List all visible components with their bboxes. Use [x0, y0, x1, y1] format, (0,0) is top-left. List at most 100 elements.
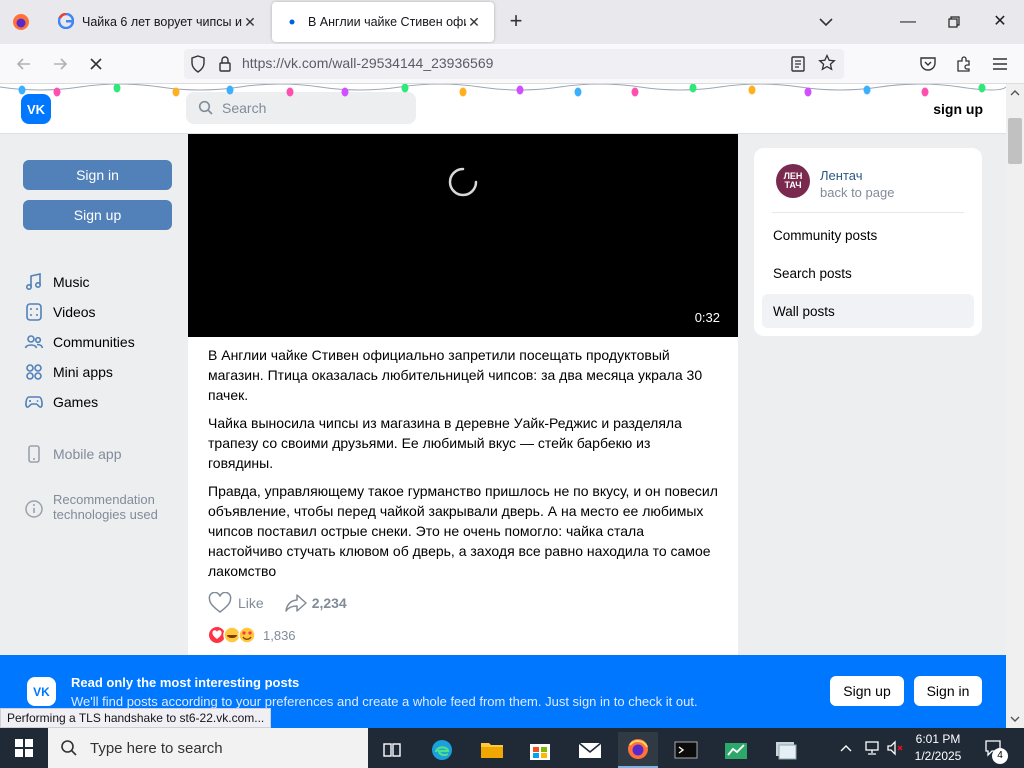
post-paragraph-1: В Англии чайке Стивен официально запрети…	[208, 347, 703, 403]
tracking-shield-icon[interactable]	[190, 55, 206, 76]
mail-icon[interactable]	[570, 732, 610, 768]
reactions-count: 1,836	[263, 627, 296, 643]
post-reactions[interactable]: 1,836	[208, 626, 296, 644]
info-icon	[25, 500, 43, 518]
scroll-thumb[interactable]	[1008, 118, 1022, 164]
browser-status-text: Performing a TLS handshake to st6-22.vk.…	[0, 708, 272, 728]
music-icon	[25, 273, 42, 291]
pocket-icon[interactable]	[916, 52, 940, 76]
store-icon[interactable]	[520, 732, 560, 768]
minimize-icon[interactable]: —	[894, 8, 922, 36]
banner-sign-up-button[interactable]: Sign up	[830, 676, 904, 706]
tab-chaika-6-let[interactable]: Чайка 6 лет ворует чипсы из м ✕	[46, 2, 270, 42]
banner-sign-in-button[interactable]: Sign in	[914, 676, 982, 706]
sidebar-item-communities[interactable]: Communities	[24, 331, 135, 353]
close-tab-icon[interactable]: ✕	[466, 14, 482, 31]
list-all-tabs-icon[interactable]	[814, 10, 838, 34]
notification-center-icon[interactable]: 4	[978, 728, 1010, 768]
restore-icon[interactable]	[940, 8, 968, 36]
heart-icon	[208, 592, 232, 613]
clock-date: 1/2/2025	[914, 749, 962, 763]
windows-taskbar: Type here to search 6:01 PM 1/2/2025 4	[0, 728, 1024, 768]
share-button[interactable]: 2,234	[284, 592, 347, 614]
lock-icon[interactable]	[218, 55, 232, 76]
vk-logo-icon: VK	[27, 677, 56, 706]
sidebar-item-mini-apps[interactable]: Mini apps	[24, 361, 113, 383]
garland-lights-icon	[0, 84, 1006, 97]
community-name-link[interactable]: Лентач	[820, 168, 862, 183]
phone-icon	[28, 445, 40, 463]
games-icon	[25, 396, 43, 408]
reaction-emoji-icons	[209, 626, 256, 644]
stock-chart-app-icon[interactable]	[716, 732, 756, 768]
url-text: https://vk.com/wall-29534144_23936569	[242, 55, 494, 71]
search-placeholder: Search	[222, 100, 267, 116]
back-to-page-link[interactable]: back to page	[820, 185, 894, 200]
edge-browser-icon[interactable]	[422, 732, 462, 768]
clock-time: 6:01 PM	[915, 732, 961, 746]
notification-count-badge: 4	[992, 748, 1008, 764]
video-player[interactable]: 0:32	[188, 134, 738, 337]
divider	[772, 212, 964, 213]
forward-icon[interactable]	[48, 52, 72, 76]
videos-icon	[26, 303, 42, 321]
terminal-icon[interactable]	[666, 732, 706, 768]
firefox-view-icon[interactable]	[0, 0, 42, 44]
reader-view-icon[interactable]	[790, 55, 806, 76]
banner-subtitle: We'll find posts according to your prefe…	[71, 694, 698, 709]
post-paragraph-2: Чайка выносила чипсы из магазина в дерев…	[208, 415, 682, 471]
sidebar-item-music[interactable]: Music	[24, 271, 90, 293]
back-icon[interactable]	[12, 52, 36, 76]
post-actions: Like 2,234	[208, 592, 347, 614]
nav-community-posts[interactable]: Community posts	[762, 218, 974, 252]
share-icon	[284, 594, 307, 612]
extensions-icon[interactable]	[952, 52, 976, 76]
windows-start-icon[interactable]	[0, 728, 48, 768]
show-hidden-icons[interactable]	[836, 728, 856, 768]
sidebar-item-videos[interactable]: Videos	[24, 301, 96, 323]
search-icon	[198, 100, 213, 115]
post-paragraph-3: Правда, управляющему такое гурманство пр…	[208, 483, 718, 579]
volume-muted-icon[interactable]	[884, 728, 906, 768]
tab-title: Чайка 6 лет ворует чипсы из м	[82, 15, 242, 29]
mini-apps-icon	[26, 364, 42, 380]
firefox-icon[interactable]	[618, 732, 658, 768]
communities-icon	[24, 335, 44, 349]
sidebar-item-recommendation[interactable]: Recommendation technologies used	[24, 492, 173, 526]
new-tab-button[interactable]: +	[502, 8, 530, 36]
sidebar-item-games[interactable]: Games	[24, 391, 98, 413]
tab-v-anglii-chaike[interactable]: В Англии чайке Стивен официа ✕	[272, 2, 494, 42]
search-icon	[61, 740, 77, 756]
page-scrollbar[interactable]	[1006, 84, 1024, 728]
nav-wall-posts[interactable]: Wall posts	[762, 294, 974, 328]
task-view-icon[interactable]	[372, 732, 412, 768]
bookmark-star-icon[interactable]	[818, 53, 836, 75]
taskbar-clock[interactable]: 6:01 PM 1/2/2025	[906, 731, 970, 765]
vk-page: VK Search sign up Sign in Sign up Music …	[0, 84, 1006, 728]
wall-post: 0:32 В Англии чайке Стивен официально за…	[188, 134, 738, 728]
address-bar[interactable]: https://vk.com/wall-29534144_23936569	[184, 49, 844, 79]
app-menu-icon[interactable]	[988, 52, 1012, 76]
network-icon[interactable]	[860, 728, 884, 768]
app-window-icon[interactable]	[766, 732, 806, 768]
nav-search-posts[interactable]: Search posts	[762, 256, 974, 290]
sign-up-button[interactable]: Sign up	[23, 200, 172, 230]
avatar[interactable]: ЛЕН ТАЧ	[776, 164, 810, 198]
loading-spinner-icon	[448, 167, 478, 197]
sidebar-item-mobile-app[interactable]: Mobile app	[24, 443, 122, 465]
stop-loading-icon[interactable]	[84, 52, 108, 76]
scroll-up-icon[interactable]	[1006, 86, 1024, 100]
close-window-icon[interactable]: ✕	[986, 8, 1014, 36]
like-button[interactable]: Like	[208, 592, 264, 614]
browser-tab-bar: Чайка 6 лет ворует чипсы из м ✕ В Англии…	[0, 0, 1024, 44]
banner-title: Read only the most interesting posts	[71, 675, 300, 690]
google-icon	[57, 12, 75, 32]
scroll-down-icon[interactable]	[1006, 712, 1024, 726]
taskbar-search-input[interactable]: Type here to search	[48, 728, 368, 768]
right-nav-card: ЛЕН ТАЧ Лентач back to page Community po…	[754, 148, 982, 336]
video-duration: 0:32	[694, 310, 720, 325]
file-explorer-icon[interactable]	[472, 732, 512, 768]
sign-in-button[interactable]: Sign in	[23, 160, 172, 190]
close-tab-icon[interactable]: ✕	[242, 14, 258, 31]
header-signup-link[interactable]: sign up	[933, 101, 983, 117]
